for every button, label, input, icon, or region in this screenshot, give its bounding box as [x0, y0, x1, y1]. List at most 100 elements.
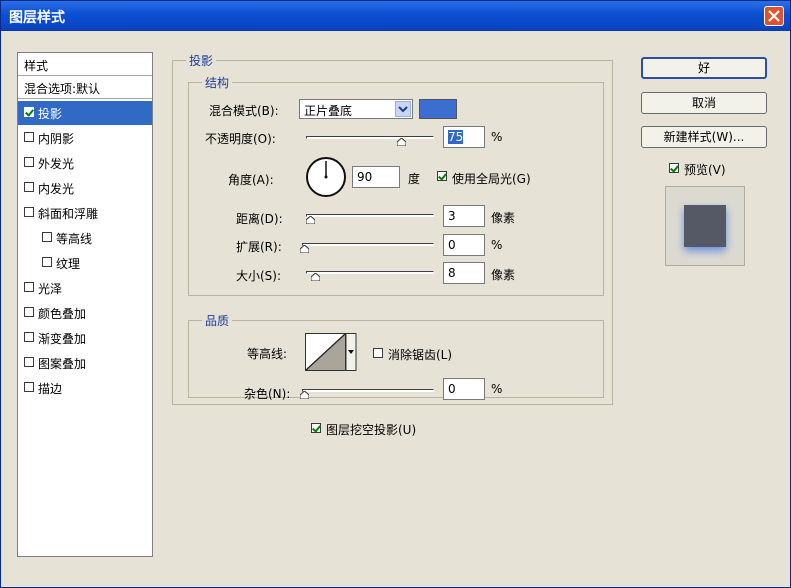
- sidebar-item-inner-shadow[interactable]: 内阴影: [18, 126, 152, 150]
- noise-unit: %: [491, 382, 503, 396]
- ok-button[interactable]: 好: [641, 57, 767, 79]
- style-preview: [665, 186, 745, 266]
- close-icon: [768, 10, 780, 22]
- texture-checkbox[interactable]: [42, 257, 52, 267]
- size-input[interactable]: 8: [443, 262, 485, 284]
- color-overlay-checkbox[interactable]: [24, 307, 34, 317]
- size-slider-thumb[interactable]: [311, 273, 320, 281]
- pattern-overlay-checkbox[interactable]: [24, 357, 34, 367]
- sidebar-item-label: 斜面和浮雕: [38, 207, 99, 221]
- distance-unit: 像素: [491, 211, 516, 225]
- sidebar-item-gradient-overlay[interactable]: 渐变叠加: [18, 326, 152, 350]
- sidebar-item-label: 渐变叠加: [38, 332, 87, 346]
- preview-swatch: [684, 205, 726, 247]
- noise-slider-thumb[interactable]: [300, 391, 309, 399]
- sidebar-item-label: 图案叠加: [38, 357, 87, 371]
- blend-options-item[interactable]: 混合选项:默认: [18, 76, 152, 99]
- sidebar-item-inner-glow[interactable]: 内发光: [18, 176, 152, 200]
- quality-title: 品质: [202, 312, 233, 329]
- sidebar-item-drop-shadow[interactable]: 投影: [18, 101, 152, 125]
- sidebar-item-bevel-emboss[interactable]: 斜面和浮雕: [18, 201, 152, 225]
- blend-mode-value: 正片叠底: [304, 104, 353, 118]
- shadow-color-swatch[interactable]: [419, 99, 457, 119]
- distance-slider-thumb[interactable]: [306, 216, 315, 224]
- angle-value: 90: [357, 170, 373, 184]
- sidebar-item-label: 外发光: [38, 157, 75, 171]
- noise-label: 杂色(N):: [244, 387, 291, 401]
- satin-checkbox[interactable]: [24, 282, 34, 292]
- sidebar-item-color-overlay[interactable]: 颜色叠加: [18, 301, 152, 325]
- distance-slider[interactable]: [306, 214, 434, 217]
- opacity-unit: %: [491, 130, 503, 144]
- new-style-button[interactable]: 新建样式(W)...: [641, 126, 767, 148]
- sidebar-item-label: 纹理: [56, 257, 81, 271]
- stroke-checkbox[interactable]: [24, 382, 34, 392]
- size-label: 大小(S):: [236, 269, 282, 283]
- opacity-slider[interactable]: [306, 136, 434, 139]
- style-list-header: 样式: [18, 53, 152, 76]
- antialias-label: 消除锯齿(L): [388, 348, 453, 362]
- knockout-checkbox[interactable]: [311, 423, 321, 433]
- spread-value: 0: [448, 238, 456, 252]
- blend-mode-label: 混合模式(B):: [209, 104, 279, 118]
- sidebar-item-label: 等高线: [56, 232, 93, 246]
- contour-label: 等高线:: [247, 347, 288, 361]
- sidebar-item-label: 颜色叠加: [38, 307, 87, 321]
- angle-dial[interactable]: [304, 155, 348, 199]
- window-title: 图层样式: [9, 10, 65, 26]
- sidebar-item-satin[interactable]: 光泽: [18, 276, 152, 300]
- preview-checkbox[interactable]: [669, 163, 679, 173]
- opacity-slider-thumb[interactable]: [397, 138, 406, 146]
- blend-options-label: 混合选项:默认: [24, 82, 101, 96]
- distance-label: 距离(D):: [236, 212, 283, 226]
- noise-value: 0: [448, 382, 456, 396]
- blend-mode-select[interactable]: 正片叠底: [299, 99, 413, 119]
- size-unit: 像素: [491, 268, 516, 282]
- spread-input[interactable]: 0: [443, 234, 485, 256]
- sidebar-item-label: 光泽: [38, 282, 63, 296]
- sidebar-item-stroke[interactable]: 描边: [18, 376, 152, 400]
- sidebar-item-label: 投影: [38, 107, 63, 121]
- sidebar-item-texture[interactable]: 纹理: [18, 251, 152, 275]
- sidebar-item-label: 描边: [38, 382, 63, 396]
- spread-unit: %: [491, 238, 503, 252]
- inner-glow-checkbox[interactable]: [24, 182, 34, 192]
- distance-input[interactable]: 3: [443, 205, 485, 227]
- noise-slider[interactable]: [302, 389, 434, 392]
- style-list: 样式 混合选项:默认 投影 内阴影 外发光 内发光 斜面和浮雕 等高线 纹理 光…: [17, 52, 153, 557]
- distance-value: 3: [448, 209, 456, 223]
- contour-picker[interactable]: [305, 333, 357, 373]
- style-list-header-label: 样式: [24, 59, 49, 73]
- angle-label: 角度(A):: [228, 173, 274, 187]
- angle-unit: 度: [408, 172, 421, 186]
- size-slider[interactable]: [306, 271, 434, 274]
- antialias-checkbox[interactable]: [373, 348, 383, 358]
- contour-checkbox[interactable]: [42, 232, 52, 242]
- sidebar-item-label: 内发光: [38, 182, 75, 196]
- size-value: 8: [448, 266, 456, 280]
- opacity-input[interactable]: 75: [443, 126, 485, 148]
- global-light-checkbox[interactable]: [437, 171, 447, 181]
- spread-label: 扩展(R):: [236, 240, 282, 254]
- sidebar-item-label: 内阴影: [38, 132, 75, 146]
- gradient-overlay-checkbox[interactable]: [24, 332, 34, 342]
- close-button[interactable]: [764, 6, 784, 26]
- angle-input[interactable]: 90: [352, 166, 400, 188]
- noise-input[interactable]: 0: [443, 378, 485, 400]
- spread-slider-thumb[interactable]: [300, 245, 309, 253]
- opacity-value: 75: [448, 130, 464, 144]
- opacity-label: 不透明度(O):: [205, 132, 276, 146]
- sidebar-item-contour[interactable]: 等高线: [18, 226, 152, 250]
- bevel-emboss-checkbox[interactable]: [24, 207, 34, 217]
- inner-shadow-checkbox[interactable]: [24, 132, 34, 142]
- knockout-label: 图层挖空投影(U): [326, 423, 417, 437]
- drop-shadow-checkbox[interactable]: [24, 107, 34, 117]
- sidebar-item-outer-glow[interactable]: 外发光: [18, 151, 152, 175]
- chevron-down-icon: [395, 101, 411, 117]
- outer-glow-checkbox[interactable]: [24, 157, 34, 167]
- title-bar[interactable]: 图层样式: [1, 1, 790, 31]
- sidebar-item-pattern-overlay[interactable]: 图案叠加: [18, 351, 152, 375]
- global-light-label: 使用全局光(G): [452, 172, 531, 186]
- cancel-button[interactable]: 取消: [641, 92, 767, 114]
- spread-slider[interactable]: [302, 243, 434, 246]
